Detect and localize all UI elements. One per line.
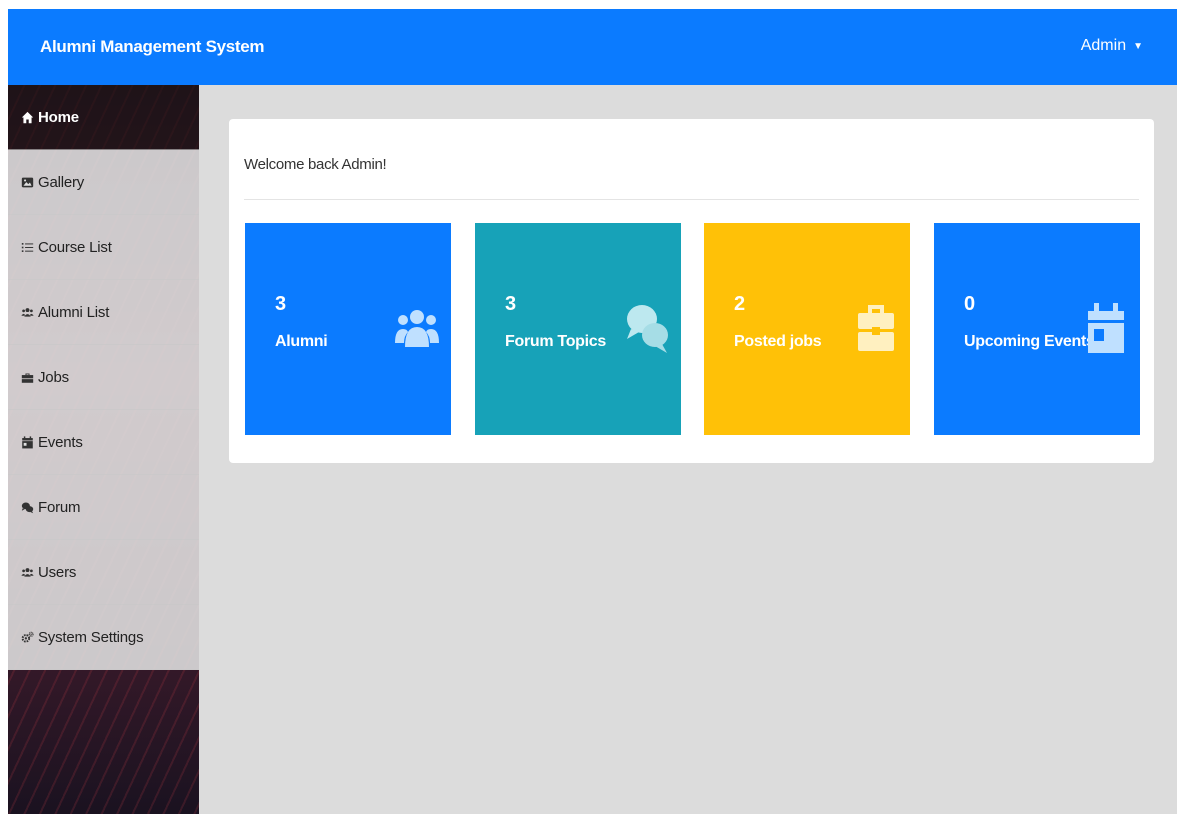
top-navbar: Alumni Management System Admin ▼ [8, 9, 1177, 85]
sidebar-item-jobs[interactable]: Jobs [8, 345, 199, 410]
sidebar-item-users[interactable]: Users [8, 540, 199, 605]
sidebar-item-label: System Settings [38, 628, 144, 646]
stat-count: 0 [964, 293, 976, 315]
sidebar-item-forum[interactable]: Forum [8, 475, 199, 540]
stat-label: Forum Topics [505, 333, 606, 350]
user-menu-dropdown[interactable]: Admin ▼ [1081, 37, 1143, 55]
sidebar-item-label: Gallery [38, 173, 85, 191]
sidebar-item-home[interactable]: Home [8, 85, 199, 150]
stat-count: 3 [275, 293, 287, 315]
user-menu-label: Admin [1080, 37, 1127, 54]
sidebar-item-label: Events [38, 433, 83, 451]
caret-down-icon: ▼ [1133, 40, 1143, 52]
sidebar-item-system-settings[interactable]: System Settings [8, 605, 199, 670]
sidebar-item-label: Jobs [38, 368, 69, 386]
stat-card-upcoming-events[interactable]: 0 Upcoming Events [934, 223, 1140, 435]
sidebar-item-label: Forum [38, 498, 81, 516]
stat-card-forum-topics[interactable]: 3 Forum Topics [475, 223, 681, 435]
sidebar: Home Gallery Course List Alumni List Job… [8, 85, 199, 814]
stat-count: 3 [505, 293, 517, 315]
sidebar-item-label: Course List [38, 238, 112, 256]
list-icon [20, 240, 34, 254]
dashboard-card: Welcome back Admin! 3 Alumni 3 Forum Top… [229, 119, 1154, 463]
stat-card-alumni[interactable]: 3 Alumni [245, 223, 451, 435]
divider [244, 199, 1139, 200]
welcome-message: Welcome back Admin! [244, 156, 387, 173]
image-icon [20, 175, 34, 189]
briefcase-icon [20, 370, 34, 384]
comments-icon [20, 500, 34, 514]
sidebar-item-label: Home [38, 108, 79, 126]
sidebar-item-gallery[interactable]: Gallery [8, 150, 199, 215]
sidebar-item-label: Users [38, 563, 77, 581]
users-icon [395, 301, 439, 355]
briefcase-icon [854, 301, 898, 355]
app-frame: Alumni Management System Admin ▼ Home Ga… [8, 9, 1177, 814]
stat-label: Alumni [275, 333, 328, 350]
comments-icon [625, 301, 669, 355]
sidebar-item-alumni-list[interactable]: Alumni List [8, 280, 199, 345]
sidebar-item-events[interactable]: Events [8, 410, 199, 475]
cogs-icon [20, 630, 34, 644]
calendar-icon [20, 435, 34, 449]
users-icon [20, 305, 34, 319]
stat-count: 2 [734, 293, 746, 315]
sidebar-item-label: Alumni List [38, 303, 110, 321]
calendar-icon [1084, 301, 1128, 355]
sidebar-item-course-list[interactable]: Course List [8, 215, 199, 280]
stat-label: Upcoming Events [964, 333, 1095, 350]
users-icon [20, 565, 34, 579]
stat-card-posted-jobs[interactable]: 2 Posted jobs [704, 223, 910, 435]
app-title[interactable]: Alumni Management System [40, 37, 265, 57]
stat-label: Posted jobs [734, 333, 822, 350]
home-icon [20, 110, 34, 124]
